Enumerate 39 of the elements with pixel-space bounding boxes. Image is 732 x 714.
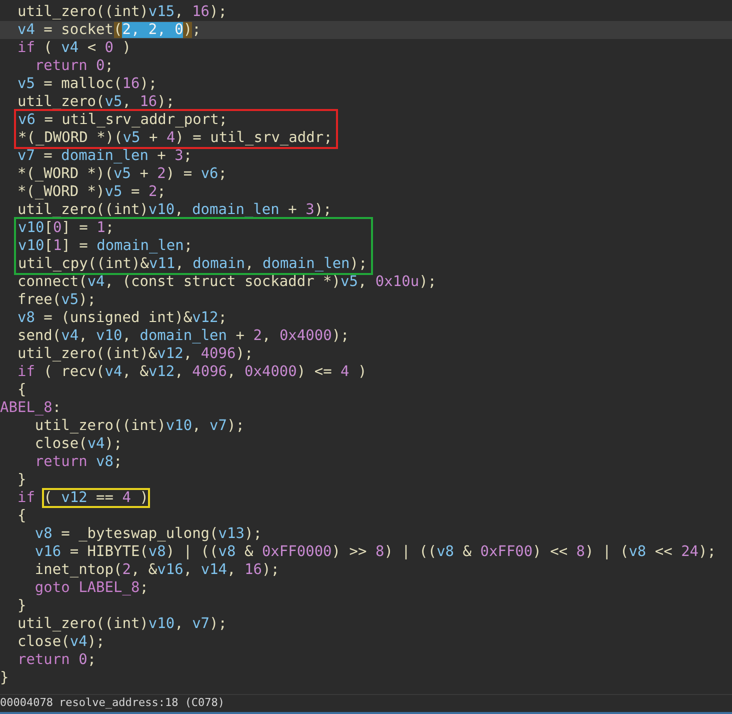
code-line: *(_DWORD *)(v5 + 4) = util_srv_addr;: [18, 129, 332, 147]
code-line: util_zero((int)v10, domain_len + 3);: [16, 201, 333, 219]
code-line: util_cpy((int)&v11, domain, domain_len);: [18, 255, 368, 273]
code-line: close(v4);: [34, 435, 124, 453]
code-line: }: [0, 669, 10, 687]
code-line: free(v5);: [16, 291, 98, 309]
code-line: util_zero((int)v10, v7);: [34, 417, 246, 435]
code-line: goto LABEL_8;: [34, 579, 150, 597]
code-line: util_zero((int)&v12, 4096);: [16, 345, 254, 363]
address-text: 00004078: [0, 695, 53, 712]
code-line: return 0;: [16, 651, 98, 669]
code-line: {: [16, 507, 28, 525]
code-line: v5 = malloc(16);: [16, 75, 158, 93]
code-line: connect(v4, (const struct sockaddr *)v5, 0x10u);: [16, 273, 438, 291]
code-line: return v8;: [34, 453, 124, 471]
code-line: close(v4);: [16, 633, 106, 651]
code-line: v10[1] = domain_len;: [18, 237, 194, 255]
code-line: return 0;: [34, 57, 114, 75]
code-line: inet_ntop(2, &v16, v14, 16);: [34, 561, 280, 579]
code-line: if ( v4 < 0 ): [16, 39, 132, 57]
code-line: v8 = _byteswap_ulong(v13);: [34, 525, 263, 543]
code-line: util_zero((int)v15, 16);: [16, 3, 228, 21]
code-line: *(_WORD *)v5 = 2;: [16, 183, 167, 201]
code-line: v7 = domain_len + 3;: [16, 147, 194, 165]
code-line: util_zero(v5, 16);: [16, 93, 176, 111]
code-line: *(_WORD *)(v5 + 2) = v6;: [16, 165, 228, 183]
code-line: v6 = util_srv_addr_port;: [18, 111, 229, 129]
code-line: v16 = HIBYTE(v8) | ((v8 & 0xFF0000) >> 8) | ((v8 & 0xFF00) << 8) | (v8 << 24);: [34, 543, 718, 561]
code-line: if ( v12 == 4 ): [16, 489, 150, 507]
code-line: if ( recv(v4, &v12, 4096, 0x4000) <= 4 ): [16, 363, 368, 381]
code-line: util_zero((int)v10, v7);: [16, 615, 228, 633]
code-line: v10[0] = 1;: [18, 219, 116, 237]
code-line: ABEL_8:: [0, 399, 62, 417]
code-line: }: [16, 597, 28, 615]
function-location: resolve_address:18 (C078): [58, 695, 225, 712]
code-line: }: [16, 471, 28, 489]
code-line: send(v4, v10, domain_len + 2, 0x4000);: [16, 327, 350, 345]
code-line: {: [16, 381, 28, 399]
code-line: v8 = (unsigned int)&v12;: [16, 309, 228, 327]
